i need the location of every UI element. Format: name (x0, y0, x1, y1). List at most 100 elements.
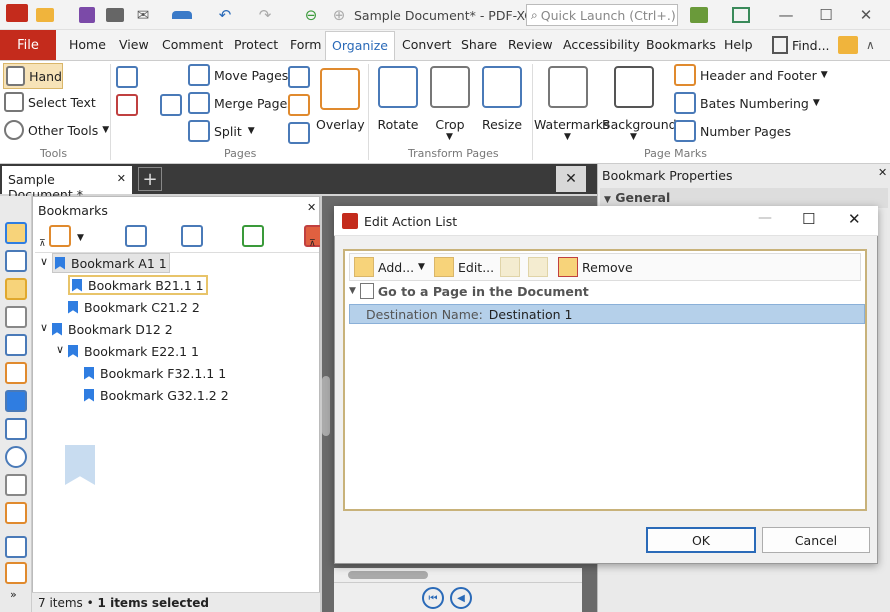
crop-icon[interactable] (430, 66, 470, 108)
destinations-icon[interactable] (5, 334, 27, 356)
tab-view[interactable]: View (117, 30, 151, 60)
tab-share[interactable]: Share (459, 30, 499, 60)
expander-icon[interactable]: ∨ (40, 321, 48, 334)
back-icon[interactable]: ⊖ (300, 4, 322, 26)
splitter-handle[interactable] (322, 376, 330, 436)
add-child-bookmark-icon[interactable] (180, 225, 203, 247)
other-tools-button[interactable]: Other Tools ▼ (4, 120, 109, 140)
move-pages-button[interactable]: Move Pages (188, 64, 288, 86)
action-group-header[interactable]: ▼ Go to a Page in the Document (349, 283, 589, 299)
links-icon[interactable] (5, 502, 27, 524)
redo-icon[interactable]: ↷ (254, 4, 276, 26)
background-icon[interactable] (614, 66, 654, 108)
bookmark-item[interactable]: Bookmark G32.1.2 2 (84, 385, 229, 405)
dialog-minimize-button[interactable]: — (758, 210, 772, 226)
attachments-icon[interactable] (5, 306, 27, 328)
dialog-maximize-button[interactable]: ☐ (802, 210, 815, 228)
bookmark-item[interactable]: Bookmark F32.1.1 1 (84, 363, 226, 383)
chevron-down-icon[interactable]: ▼ (77, 233, 84, 243)
maximize-button[interactable]: ☐ (806, 4, 846, 26)
forward-icon[interactable]: ⊕ (328, 4, 350, 26)
thumbnails-icon[interactable] (5, 250, 27, 272)
bookmarks-panel-icon[interactable] (5, 222, 27, 244)
order-icon[interactable] (5, 562, 27, 584)
tab-help[interactable]: Help (722, 30, 755, 60)
more-panels-icon[interactable]: » (10, 588, 17, 601)
bookmark-item[interactable]: Bookmark D12 2 (52, 319, 173, 339)
options-gear-icon[interactable] (49, 225, 71, 247)
resize-button[interactable]: Resize (478, 117, 526, 132)
number-pages-button[interactable]: Number Pages (674, 120, 791, 142)
new-tab-button[interactable]: + (138, 167, 162, 191)
first-icon[interactable]: ⊼ (39, 239, 46, 249)
move-up-icon[interactable] (500, 257, 520, 277)
fullscreen-icon[interactable] (730, 4, 752, 26)
chevron-down-icon[interactable]: ▼ (418, 262, 425, 272)
edit-button[interactable]: Edit... (458, 260, 494, 275)
folder-icon[interactable] (838, 36, 858, 54)
remove-button[interactable]: Remove (582, 260, 633, 275)
watermark-icon[interactable] (548, 66, 588, 108)
scan-icon[interactable] (170, 4, 194, 26)
horizontal-scrollbar[interactable] (334, 568, 582, 582)
tab-file[interactable]: File (0, 30, 56, 60)
split-button[interactable]: Split ▼ (188, 120, 255, 142)
crop-button[interactable]: Crop (426, 117, 474, 132)
location-icon[interactable] (5, 446, 27, 468)
hand-tool-button[interactable]: Hand (3, 63, 63, 89)
close-tab-icon[interactable]: ✕ (117, 172, 126, 188)
cancel-button[interactable]: Cancel (762, 527, 870, 553)
bates-numbering-button[interactable]: Bates Numbering ▼ (674, 92, 820, 114)
layers-icon[interactable] (5, 390, 27, 412)
find-button[interactable]: Find... (772, 36, 830, 54)
overlay-button[interactable]: Overlay (316, 117, 365, 132)
tab-form[interactable]: Form (288, 30, 324, 60)
open-folder-icon[interactable] (34, 4, 56, 26)
move-down-icon[interactable] (528, 257, 548, 277)
extract-pages-icon[interactable] (160, 94, 182, 116)
select-text-button[interactable]: Select Text (4, 92, 96, 112)
general-section[interactable]: ▼ General (600, 188, 888, 208)
close-document-button[interactable]: ✕ (556, 166, 586, 192)
document-tab[interactable]: Sample Document * ✕ (2, 166, 132, 202)
tab-review[interactable]: Review (506, 30, 555, 60)
content-icon[interactable] (5, 418, 27, 440)
replace-pages-icon[interactable] (288, 66, 310, 88)
tags-icon[interactable] (5, 536, 27, 558)
bookmark-item[interactable]: Bookmark E22.1 1 (68, 341, 199, 361)
close-button[interactable]: ✕ (846, 4, 886, 26)
merge-pages-button[interactable]: Merge Pages (188, 92, 294, 114)
new-bookmark-icon[interactable] (242, 225, 265, 247)
expander-icon[interactable]: ∨ (56, 343, 64, 356)
email-icon[interactable]: ✉ (132, 4, 154, 26)
rotate-icon[interactable] (378, 66, 418, 108)
edit-action-icon[interactable] (434, 257, 454, 277)
add-button[interactable]: Add... (378, 260, 414, 275)
close-properties-icon[interactable]: ✕ (878, 166, 887, 179)
tab-bookmarks[interactable]: Bookmarks (644, 30, 718, 60)
overlay-icon[interactable] (320, 68, 360, 110)
delete-pages-icon[interactable] (116, 94, 138, 116)
action-row-selected[interactable]: Destination Name: Destination 1 (349, 304, 865, 324)
resize-icon[interactable] (482, 66, 522, 108)
tab-organize[interactable]: Organize (325, 31, 395, 60)
ok-button[interactable]: OK (646, 527, 756, 553)
bookmark-item[interactable]: Bookmark B21.1 1 (68, 275, 208, 295)
add-action-icon[interactable] (354, 257, 374, 277)
collapse-ribbon-icon[interactable]: ∧ (866, 38, 875, 52)
header-footer-button[interactable]: Header and Footer ▼ (674, 64, 828, 86)
expander-icon[interactable]: ∨ (40, 255, 48, 268)
first-page-icon[interactable]: ⏮ (422, 587, 444, 609)
tab-home[interactable]: Home (67, 30, 108, 60)
add-bookmark-icon[interactable] (124, 225, 147, 247)
tab-accessibility[interactable]: Accessibility (561, 30, 642, 60)
structure-icon[interactable] (5, 474, 27, 496)
tab-protect[interactable]: Protect (232, 30, 280, 60)
scroll-up-icon[interactable]: ⊼ (309, 239, 316, 249)
close-panel-icon[interactable]: ✕ (307, 201, 316, 214)
minimize-button[interactable]: — (766, 4, 806, 26)
print-icon[interactable] (104, 4, 126, 26)
dialog-close-button[interactable]: ✕ (848, 210, 861, 228)
tab-comment[interactable]: Comment (160, 30, 225, 60)
insert-pages-icon[interactable] (116, 66, 138, 88)
